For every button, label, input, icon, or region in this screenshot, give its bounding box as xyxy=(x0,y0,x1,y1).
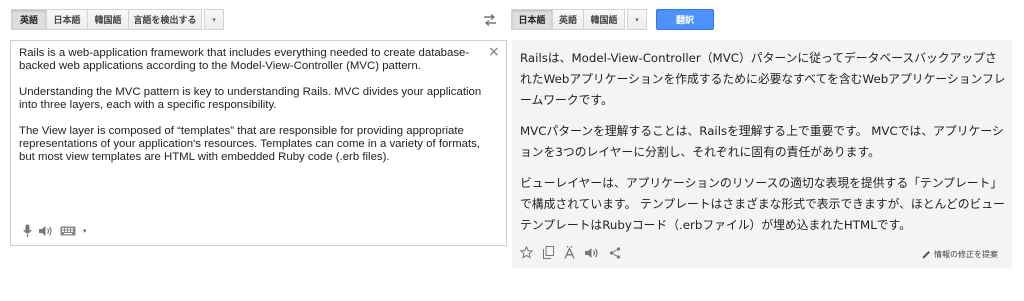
source-lang-detect[interactable]: 言語を検出する xyxy=(128,9,202,30)
source-text[interactable]: Rails is a web-application framework tha… xyxy=(19,47,489,177)
translation-text: Railsは、Model-View-Controller（MVC）パターンに従っ… xyxy=(520,48,1006,246)
translation-paragraph: Railsは、Model-View-Controller（MVC）パターンに従っ… xyxy=(520,51,1006,107)
translate-button[interactable]: 翻訳 xyxy=(656,9,714,30)
translation-paragraph: MVCパターンを理解することは、Railsを理解する上で重要です。 MVCでは、… xyxy=(520,124,1004,159)
pencil-icon xyxy=(922,251,930,259)
target-lang-english[interactable]: 英語 xyxy=(552,9,584,30)
source-paragraph: Understanding the MVC pattern is key to … xyxy=(19,86,482,111)
swap-languages-button[interactable] xyxy=(478,9,502,30)
source-lang-japanese[interactable]: 日本語 xyxy=(46,9,88,30)
keyboard-icon[interactable] xyxy=(60,226,76,236)
chevron-down-icon: ▾ xyxy=(635,15,639,24)
phonetic-icon[interactable] xyxy=(564,246,575,259)
share-icon[interactable] xyxy=(609,246,621,259)
source-text-input[interactable]: Rails is a web-application framework tha… xyxy=(10,40,507,246)
target-lang-dropdown[interactable]: ▾ xyxy=(627,9,647,30)
star-icon[interactable] xyxy=(520,246,533,259)
close-icon[interactable]: × xyxy=(488,45,500,59)
speaker-icon[interactable] xyxy=(39,225,53,237)
suggest-edit-link[interactable]: 情報の修正を提案 xyxy=(922,249,998,260)
suggest-edit-label: 情報の修正を提案 xyxy=(934,250,998,259)
source-paragraph: Rails is a web-application framework tha… xyxy=(19,47,470,72)
source-tools: ▾ xyxy=(23,224,87,238)
chevron-down-icon[interactable]: ▾ xyxy=(83,227,87,235)
source-lang-english[interactable]: 英語 xyxy=(11,9,47,30)
source-lang-dropdown[interactable]: ▾ xyxy=(204,9,224,30)
translation-output: Railsは、Model-View-Controller（MVC）パターンに従っ… xyxy=(512,40,1012,268)
target-lang-japanese[interactable]: 日本語 xyxy=(511,9,553,30)
copy-icon[interactable] xyxy=(543,246,554,259)
mic-icon[interactable] xyxy=(23,224,32,238)
chevron-down-icon: ▾ xyxy=(212,15,216,24)
target-lang-korean[interactable]: 韓国語 xyxy=(583,9,625,30)
source-lang-korean[interactable]: 韓国語 xyxy=(87,9,129,30)
speaker-icon[interactable] xyxy=(585,247,599,259)
translation-paragraph: ビューレイヤーは、アプリケーションのリソースの適切な表現を提供する「テンプレート… xyxy=(520,176,1005,232)
swap-languages-icon xyxy=(484,13,496,26)
source-paragraph: The View layer is composed of “templates… xyxy=(19,125,480,163)
translation-tools xyxy=(520,246,621,259)
